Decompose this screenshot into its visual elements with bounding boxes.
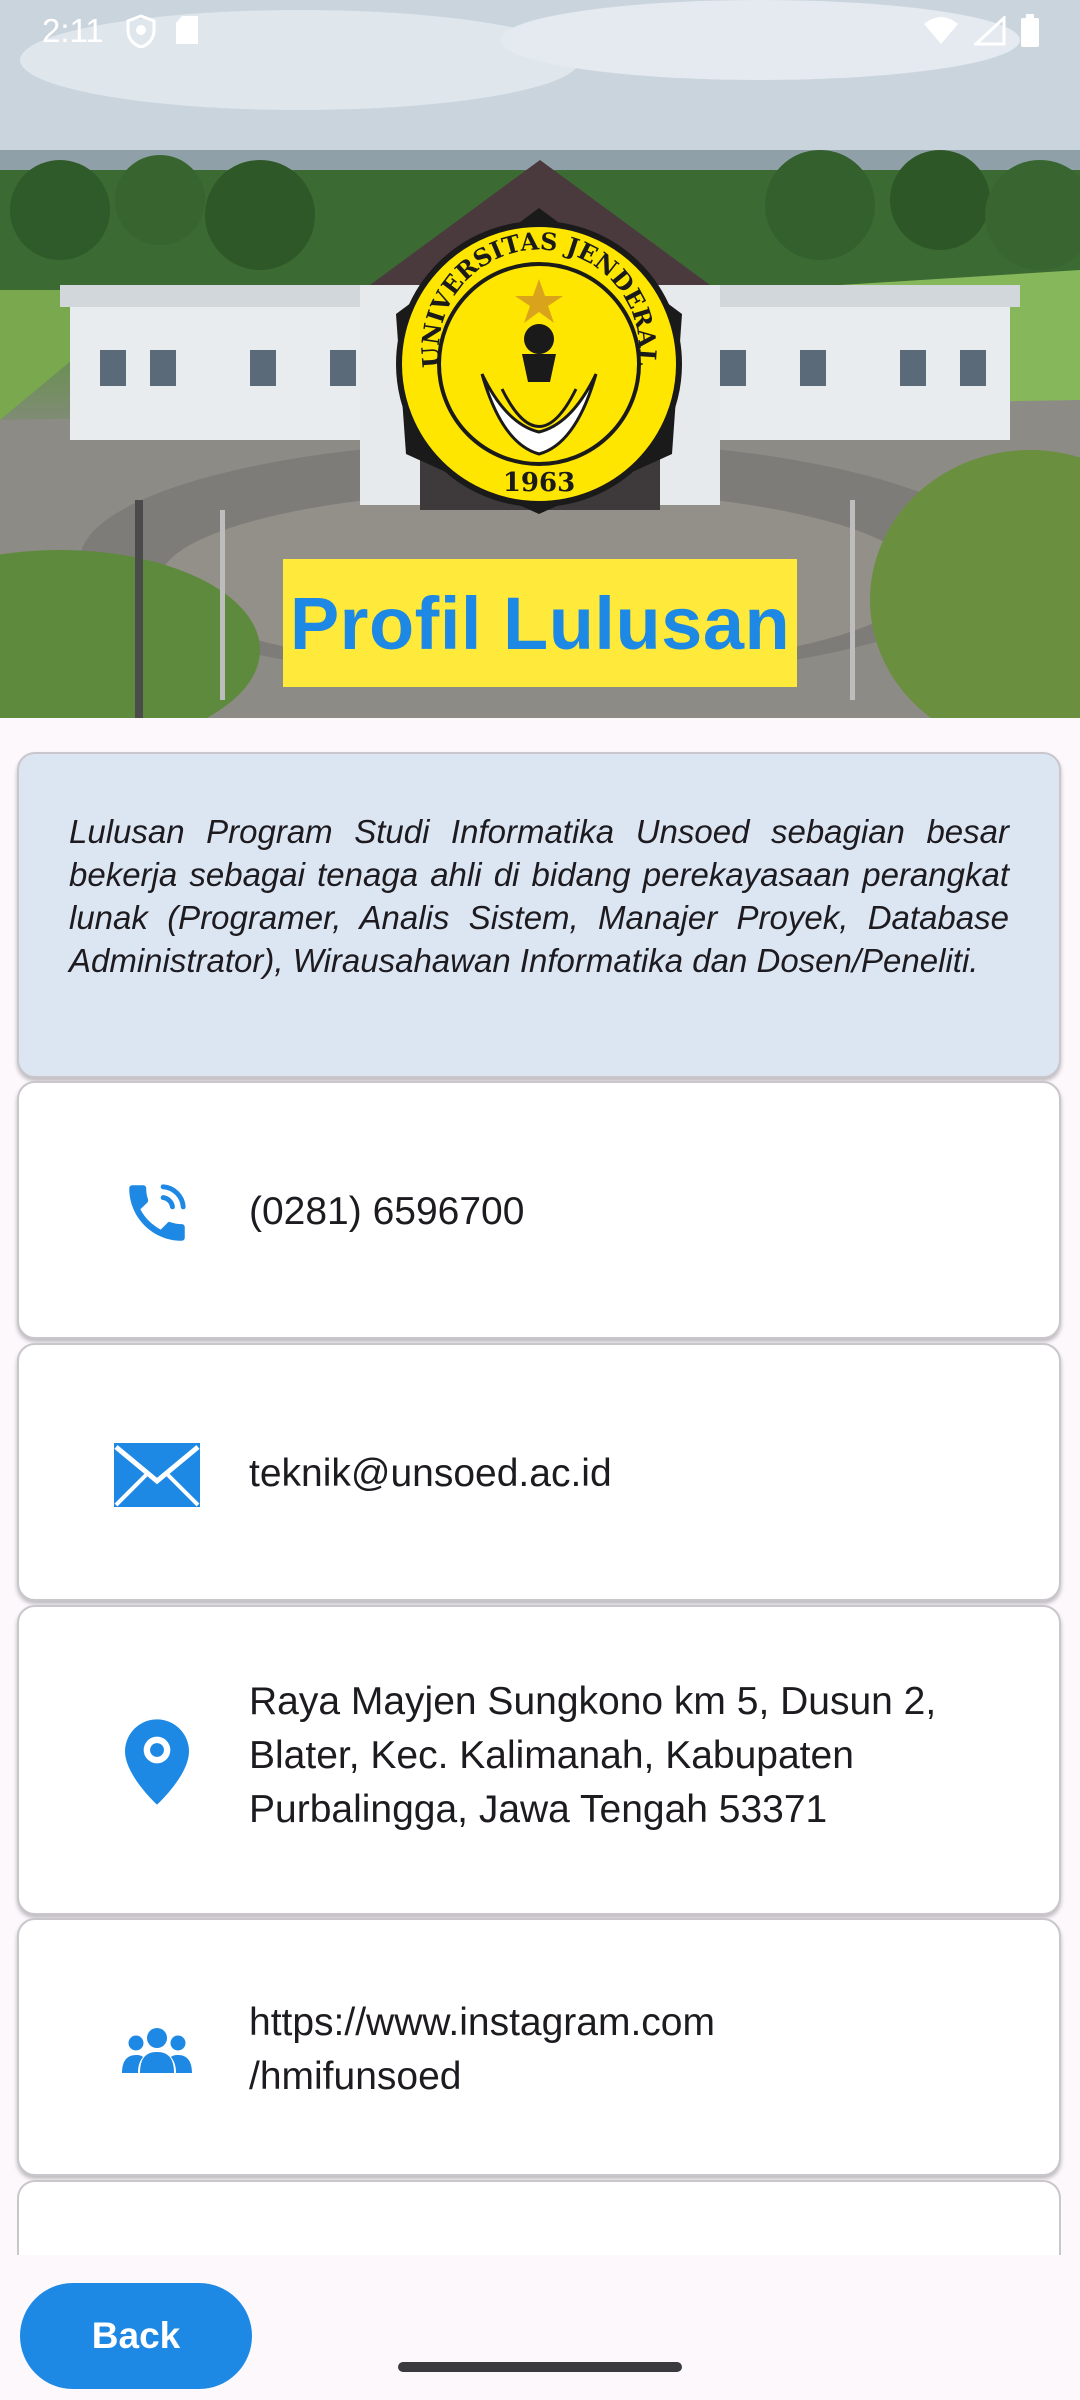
phone-number: (0281) 6596700	[249, 1190, 525, 1233]
sd-card-icon	[176, 16, 198, 44]
status-bar: 2:11	[0, 0, 1080, 64]
home-indicator[interactable]	[398, 2362, 682, 2372]
status-time: 2:11	[42, 12, 104, 49]
signal-icon	[974, 16, 1006, 46]
contact-card-instagram[interactable]: https://www.instagram.com /hmifunsoed	[17, 1918, 1061, 2176]
phone-icon	[101, 1163, 213, 1263]
instagram-link: https://www.instagram.com /hmifunsoed	[249, 2001, 715, 2098]
title-banner: Profil Lulusan	[283, 559, 797, 687]
wifi-icon	[924, 17, 958, 44]
shield-icon	[126, 14, 156, 48]
contact-card-email[interactable]: teknik@unsoed.ac.id	[17, 1343, 1061, 1601]
email-address: teknik@unsoed.ac.id	[249, 1452, 612, 1495]
page-title: Profil Lulusan	[289, 581, 791, 665]
email-icon	[101, 1425, 213, 1525]
battery-icon	[1021, 14, 1039, 47]
contact-card-phone[interactable]: (0281) 6596700	[17, 1081, 1061, 1339]
group-icon	[101, 2000, 213, 2100]
back-button[interactable]: Back	[20, 2283, 252, 2389]
hero-banner: UNIVERSITAS JENDERAL SOEDIRMAN 1963 Prof…	[0, 0, 1080, 718]
location-pin-icon	[101, 1712, 213, 1812]
contact-card-address[interactable]: Raya Mayjen Sungkono km 5, Dusun 2, Blat…	[17, 1605, 1061, 1915]
description-text: Lulusan Program Studi Informatika Unsoed…	[69, 813, 1009, 979]
address-text: Raya Mayjen Sungkono km 5, Dusun 2, Blat…	[249, 1680, 937, 1831]
university-logo: UNIVERSITAS JENDERAL SOEDIRMAN 1963	[369, 181, 696, 518]
logo-year: 1963	[503, 468, 575, 498]
description-card: Lulusan Program Studi Informatika Unsoed…	[17, 752, 1061, 1078]
